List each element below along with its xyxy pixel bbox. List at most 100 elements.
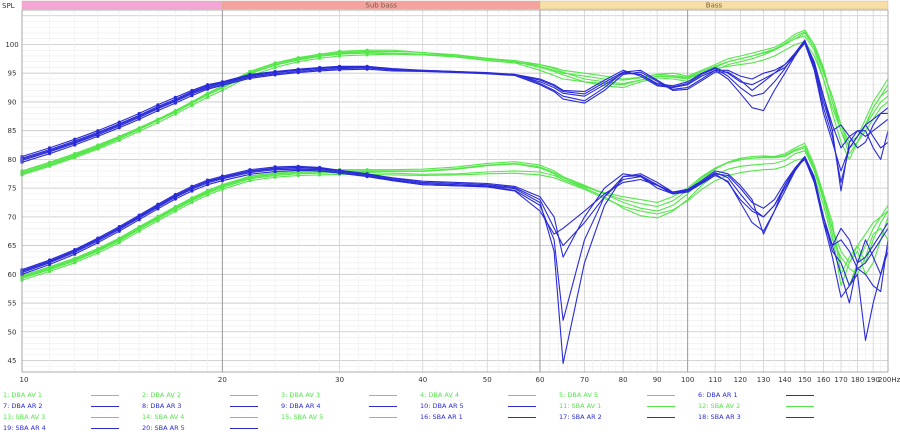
legend-label: 10: DBA AR 5 <box>420 402 464 410</box>
y-tick-label: 75 <box>8 185 17 193</box>
legend-label: 14: SBA AV 4 <box>142 413 185 421</box>
data-point <box>318 166 322 170</box>
legend-item: 15: SBA AV 5 <box>278 412 426 424</box>
x-tick-label: 20 <box>218 376 227 384</box>
data-point <box>47 162 52 167</box>
data-point <box>73 261 77 265</box>
legend-item: 19: SBA AR 4 <box>0 423 148 435</box>
data-point <box>47 269 52 274</box>
data-point <box>96 237 100 241</box>
legend-swatch <box>508 417 536 418</box>
data-point <box>296 71 300 75</box>
data-point <box>205 179 210 183</box>
data-point <box>337 68 342 72</box>
legend-label: 13: SBA AV 3 <box>3 413 46 421</box>
data-point <box>337 171 342 175</box>
legend-label: 2: DBA AV 2 <box>142 391 182 399</box>
x-tick-label: 30 <box>335 376 344 384</box>
data-point <box>365 65 369 69</box>
frequency-response-chart: Sub bass Bass 45 50 55 60 65 70 75 80 85 90 95 100 10… <box>2 0 900 384</box>
x-tick-label: 170 <box>834 376 847 384</box>
x-tick-label: 80 <box>619 376 628 384</box>
y-tick-label: 65 <box>8 242 17 250</box>
data-point <box>248 175 252 179</box>
data-point <box>220 83 224 87</box>
data-point <box>365 51 369 55</box>
x-tick-label: 140 <box>778 376 791 384</box>
band-label: Sub bass <box>365 2 397 10</box>
data-point <box>156 104 160 109</box>
data-point <box>137 117 141 121</box>
data-point <box>273 63 277 67</box>
data-point <box>337 52 342 56</box>
data-point <box>156 108 160 113</box>
frequency-bands: Sub bass Bass <box>21 0 889 10</box>
data-point <box>190 89 194 94</box>
data-point <box>173 209 177 213</box>
legend-swatch <box>786 395 814 396</box>
data-point <box>173 110 177 114</box>
x-tick-label: 90 <box>653 376 662 384</box>
legend-item: 17: SBA AR 2 <box>556 412 704 424</box>
data-point <box>173 206 177 210</box>
legend-label: 12: SBA AV 2 <box>698 402 741 410</box>
legend-label: 11: SBA AV 1 <box>559 402 602 410</box>
legend-swatch <box>369 395 397 396</box>
y-tick-label: 100 <box>5 41 18 49</box>
data-point <box>117 136 121 140</box>
data-point <box>117 226 121 230</box>
legend-label: 4: DBA AV 4 <box>420 391 460 399</box>
legend-label: 16: SBA AR 1 <box>420 413 463 421</box>
data-point <box>273 175 277 179</box>
legend-swatch <box>508 395 536 396</box>
data-point <box>248 172 252 176</box>
legend-swatch <box>91 428 119 429</box>
data-point <box>248 169 252 173</box>
legend-label: 19: SBA AR 4 <box>3 424 46 432</box>
data-point <box>220 187 224 191</box>
data-point <box>205 84 210 88</box>
data-point <box>137 127 141 131</box>
legend-swatch <box>230 417 258 418</box>
data-point <box>117 241 121 245</box>
x-tick-label: 120 <box>734 376 747 384</box>
data-point <box>96 251 100 255</box>
data-point <box>96 248 100 252</box>
x-tick-label: 10 <box>20 376 29 384</box>
data-point <box>337 168 342 172</box>
data-point <box>137 226 141 230</box>
data-point <box>296 68 300 72</box>
x-axis-unit-label: 200Hz <box>878 376 900 384</box>
x-tick-label: 130 <box>757 376 770 384</box>
y-tick-label: 60 <box>8 271 17 279</box>
x-tick-label: 110 <box>708 376 721 384</box>
data-point <box>248 73 252 78</box>
y-tick-label: 55 <box>8 300 17 308</box>
legend-swatch <box>647 395 675 396</box>
data-point <box>47 148 52 152</box>
legend-label: 9: DBA AR 4 <box>281 402 321 410</box>
x-tick-label: 150 <box>798 376 811 384</box>
data-point <box>365 172 369 176</box>
data-point <box>173 197 177 201</box>
data-point <box>137 214 141 218</box>
legend-label: 3: DBA AV 3 <box>281 391 321 399</box>
data-point <box>47 152 52 156</box>
data-point <box>273 70 277 74</box>
data-point <box>156 207 160 211</box>
data-point <box>117 229 121 233</box>
data-point <box>173 193 177 198</box>
data-point <box>296 165 300 170</box>
data-point <box>318 54 322 59</box>
x-tick-label: 40 <box>418 376 427 384</box>
y-tick-label: 95 <box>8 70 17 78</box>
data-point <box>73 139 77 143</box>
data-point <box>190 197 194 201</box>
legend-swatch <box>230 395 258 396</box>
legend-label: 5: DBA AV 5 <box>559 391 599 399</box>
data-point <box>73 252 77 256</box>
legend-label: 18: SBA AR 3 <box>698 413 741 421</box>
data-point <box>73 257 77 261</box>
legend-swatch <box>647 406 675 407</box>
x-tick-label: 60 <box>535 376 544 384</box>
